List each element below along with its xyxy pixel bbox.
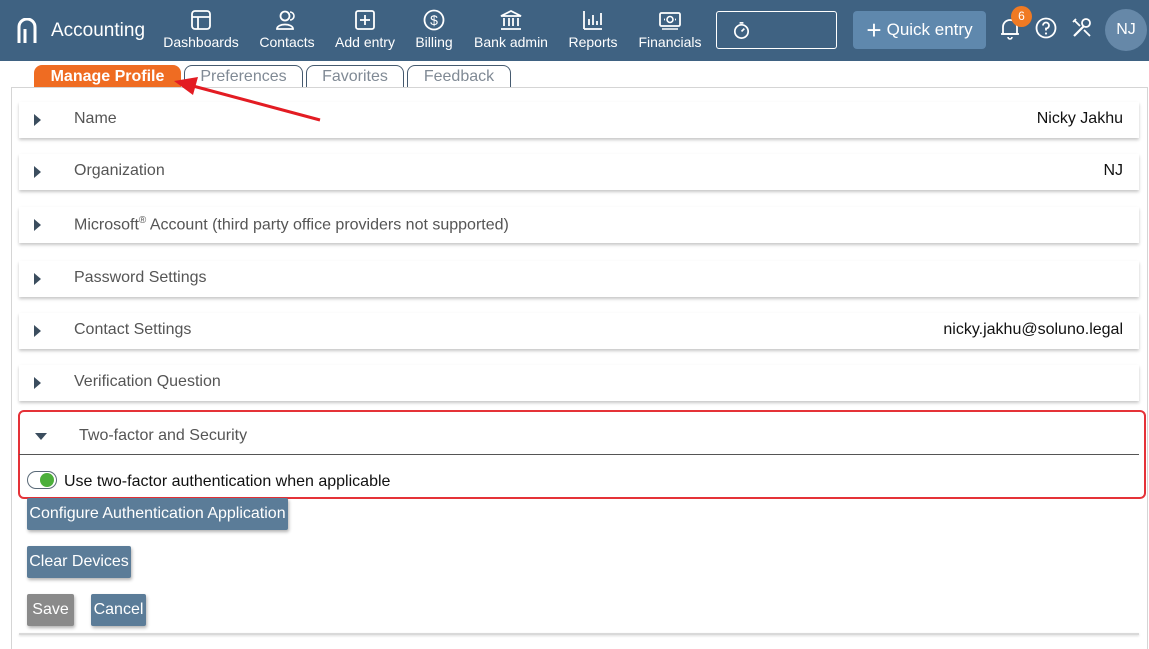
nav-billing[interactable]: $ Billing [413, 8, 455, 54]
collapse-caret-icon[interactable] [35, 433, 47, 440]
section-microsoft-account[interactable]: Microsoft® Account (third party office p… [19, 207, 1139, 243]
name-value: Nicky Jakhu [1036, 110, 1123, 127]
tab-preferences[interactable]: Preferences [184, 65, 303, 88]
section-organization[interactable]: Organization NJ [19, 154, 1139, 190]
clear-devices-button[interactable]: Clear Devices [27, 546, 131, 578]
section-label: Organization [74, 162, 165, 179]
accounting-logo-icon [17, 17, 37, 43]
app-title: Accounting [51, 19, 146, 41]
section-verification-question[interactable]: Verification Question [19, 365, 1139, 401]
toggle-knob [40, 473, 54, 487]
panel-bottom-divider [19, 633, 1139, 635]
expand-caret-icon [34, 377, 41, 389]
bank-icon [500, 9, 522, 30]
expand-caret-icon [34, 273, 41, 285]
svg-text:$: $ [430, 12, 438, 28]
two-factor-toggle[interactable] [27, 471, 57, 489]
tab-feedback[interactable]: Feedback [407, 65, 511, 88]
contacts-icon [276, 10, 295, 30]
microsoft-label-suffix: Account (third party office providers no… [146, 216, 509, 234]
nav-dashboards[interactable]: Dashboards [163, 8, 239, 54]
quick-entry-label: Quick entry [886, 20, 973, 39]
section-label: Contact Settings [74, 321, 192, 338]
section-password-settings[interactable]: Password Settings [19, 261, 1139, 297]
timer-button[interactable] [716, 11, 837, 49]
configure-authentication-app-button[interactable]: Configure Authentication Application [27, 498, 288, 530]
help-icon [1035, 17, 1057, 39]
nav-contacts[interactable]: Contacts [256, 8, 318, 54]
expand-caret-icon [34, 114, 41, 126]
nav-label: Billing [415, 34, 453, 50]
contact-email-value: nicky.jakhu@soluno.legal [943, 321, 1123, 338]
divider [19, 454, 1139, 455]
section-label: Verification Question [74, 373, 221, 390]
cancel-button[interactable]: Cancel [91, 594, 146, 626]
notification-count-badge: 6 [1011, 6, 1032, 27]
add-entry-icon [355, 10, 375, 30]
organization-value: NJ [1103, 162, 1123, 179]
nav-label: Contacts [259, 34, 315, 50]
nav-label: Financials [638, 34, 702, 50]
nav-reports[interactable]: Reports [567, 8, 619, 54]
tools-button[interactable] [1070, 16, 1094, 42]
tools-icon [1072, 18, 1091, 37]
expand-caret-icon [34, 219, 41, 231]
section-label: Name [74, 110, 117, 127]
nav-label: Bank admin [474, 34, 548, 50]
two-factor-toggle-label: Use two-factor authentication when appli… [64, 473, 391, 490]
expand-caret-icon [34, 166, 41, 178]
dashboard-icon [191, 10, 211, 30]
financials-icon [659, 12, 681, 30]
brand[interactable]: Accounting [16, 0, 145, 61]
reports-icon [583, 11, 602, 30]
billing-icon: $ [423, 9, 445, 31]
save-button[interactable]: Save [27, 594, 74, 626]
user-avatar[interactable]: NJ [1105, 9, 1147, 51]
nav-label: Add entry [335, 34, 395, 50]
section-label: Microsoft® Account (third party office p… [74, 215, 509, 234]
section-contact-settings[interactable]: Contact Settings nicky.jakhu@soluno.lega… [19, 313, 1139, 349]
quick-entry-button[interactable]: + Quick entry [853, 11, 986, 49]
section-label: Password Settings [74, 269, 207, 286]
top-navigation-bar: Accounting Dashboards Contacts Add entry… [0, 0, 1149, 61]
help-button[interactable] [1034, 16, 1058, 42]
nav-label: Reports [568, 34, 618, 50]
nav-label: Dashboards [163, 34, 239, 50]
nav-bank-admin[interactable]: Bank admin [472, 8, 550, 54]
tab-favorites[interactable]: Favorites [306, 65, 404, 88]
two-factor-section-title[interactable]: Two-factor and Security [79, 427, 247, 445]
stopwatch-icon [733, 22, 750, 39]
microsoft-label: Microsoft [74, 216, 139, 234]
expand-caret-icon [34, 325, 41, 337]
nav-add-entry[interactable]: Add entry [333, 8, 397, 54]
section-name[interactable]: Name Nicky Jakhu [19, 102, 1139, 138]
plus-icon: + [866, 15, 882, 45]
nav-financials[interactable]: Financials [637, 8, 703, 54]
tab-manage-profile[interactable]: Manage Profile [34, 65, 181, 88]
